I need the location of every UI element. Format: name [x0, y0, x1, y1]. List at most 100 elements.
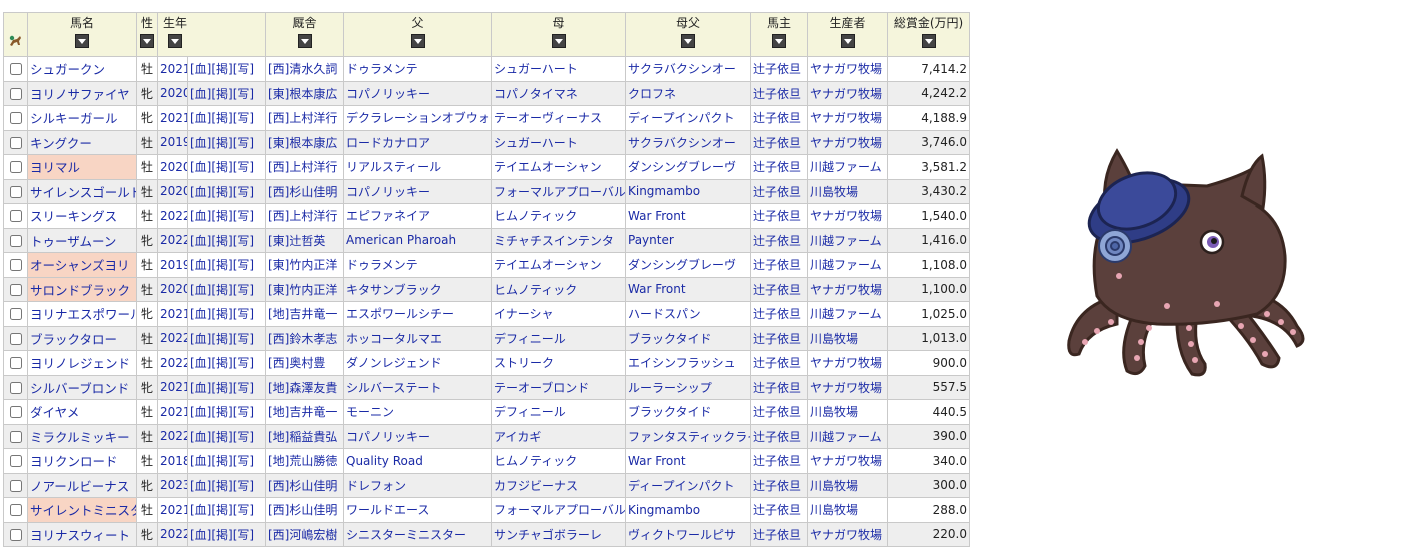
- year-link[interactable]: 2020: [160, 86, 187, 100]
- pedigree-link[interactable]: [血]: [190, 307, 211, 321]
- board-link[interactable]: [掲]: [211, 307, 232, 321]
- stable-sort-dropdown-icon[interactable]: [297, 34, 312, 48]
- horse-name-link[interactable]: サイレンスゴールド: [30, 185, 136, 200]
- pedigree-link[interactable]: [血]: [190, 234, 211, 248]
- stable-link[interactable]: [西]河嶋宏樹: [268, 528, 337, 542]
- owner-link[interactable]: 辻子依旦: [753, 479, 801, 493]
- horse-name-link[interactable]: ミラクルミッキー: [30, 430, 130, 445]
- horse-name-link[interactable]: スリーキングス: [30, 209, 117, 224]
- pedigree-link[interactable]: [血]: [190, 209, 211, 223]
- sire-link[interactable]: ホッコータルマエ: [346, 332, 442, 346]
- horse-name-link[interactable]: ヨリクンロード: [30, 454, 118, 469]
- row-select-checkbox[interactable]: [9, 283, 22, 296]
- row-select-checkbox[interactable]: [9, 504, 22, 517]
- dam-link[interactable]: テーオーブロンド: [494, 381, 589, 395]
- board-link[interactable]: [掲]: [211, 111, 232, 125]
- horse-add-icon[interactable]: [8, 34, 24, 48]
- sire-link[interactable]: デクラレーションオブウォー: [346, 111, 491, 125]
- pedigree-link[interactable]: [血]: [190, 111, 211, 125]
- board-link[interactable]: [掲]: [211, 62, 232, 76]
- stable-link[interactable]: [地]吉井竜一: [268, 307, 337, 321]
- dam-link[interactable]: ヒムノティック: [494, 209, 577, 223]
- damsire-link[interactable]: ブラックタイド: [628, 332, 712, 346]
- photo-link[interactable]: [写]: [233, 307, 254, 321]
- breeder-link[interactable]: 川島牧場: [810, 185, 858, 199]
- row-select-checkbox[interactable]: [9, 210, 22, 223]
- pedigree-link[interactable]: [血]: [190, 381, 211, 395]
- stable-link[interactable]: [東]竹内正洋: [268, 283, 337, 297]
- damsire-link[interactable]: エイシンフラッシュ: [628, 356, 736, 370]
- owner-link[interactable]: 辻子依旦: [753, 62, 801, 76]
- breeder-link[interactable]: 川島牧場: [810, 405, 858, 419]
- breeder-link[interactable]: 川越ファーム: [810, 160, 882, 174]
- photo-link[interactable]: [写]: [233, 87, 254, 101]
- horse-name-link[interactable]: シュガークン: [30, 62, 105, 77]
- photo-link[interactable]: [写]: [233, 209, 254, 223]
- damsire-link[interactable]: ディープインパクト: [628, 479, 734, 493]
- year-link[interactable]: 2021: [160, 307, 187, 321]
- board-link[interactable]: [掲]: [211, 356, 232, 370]
- horse-name-link[interactable]: ヨリマル: [30, 160, 80, 175]
- row-select-checkbox[interactable]: [9, 234, 22, 247]
- name-sort-dropdown-icon[interactable]: [75, 34, 89, 48]
- damsire-link[interactable]: ディープインパクト: [628, 111, 734, 125]
- pedigree-link[interactable]: [血]: [190, 356, 211, 370]
- sire-link[interactable]: コパノリッキー: [346, 430, 430, 444]
- horse-name-link[interactable]: ヨリナエスポワール: [30, 307, 136, 322]
- stable-link[interactable]: [西]杉山佳明: [268, 503, 337, 517]
- row-select-checkbox[interactable]: [9, 136, 22, 149]
- row-select-checkbox[interactable]: [9, 161, 22, 174]
- sire-link[interactable]: ワールドエース: [346, 503, 429, 517]
- owner-sort-dropdown-icon[interactable]: [772, 34, 786, 48]
- damsire-link[interactable]: Kingmambo: [628, 184, 700, 198]
- dam-link[interactable]: コパノタイマネ: [494, 87, 578, 101]
- owner-link[interactable]: 辻子依旦: [753, 258, 801, 272]
- damsire-sort-dropdown-icon[interactable]: [681, 34, 695, 48]
- photo-link[interactable]: [写]: [233, 136, 254, 150]
- sire-link[interactable]: モーニン: [346, 405, 394, 419]
- sire-link[interactable]: Quality Road: [346, 454, 423, 468]
- breeder-link[interactable]: ヤナガワ牧場: [810, 209, 882, 223]
- photo-link[interactable]: [写]: [233, 356, 254, 370]
- year-link[interactable]: 2019: [160, 258, 187, 272]
- horse-name-link[interactable]: シルバーブロンド: [30, 381, 129, 396]
- dam-link[interactable]: アイカギ: [494, 430, 541, 444]
- breeder-link[interactable]: 川越ファーム: [810, 258, 882, 272]
- owner-link[interactable]: 辻子依旦: [753, 503, 801, 517]
- damsire-link[interactable]: ファンタスティックライト: [628, 430, 750, 444]
- photo-link[interactable]: [写]: [233, 111, 254, 125]
- stable-link[interactable]: [西]奥村豊: [268, 356, 325, 370]
- dam-link[interactable]: シュガーハート: [494, 62, 578, 76]
- prize-sort-dropdown-icon[interactable]: [921, 34, 936, 48]
- row-select-checkbox[interactable]: [9, 259, 22, 272]
- board-link[interactable]: [掲]: [211, 430, 232, 444]
- pedigree-link[interactable]: [血]: [190, 62, 211, 76]
- photo-link[interactable]: [写]: [233, 454, 254, 468]
- board-link[interactable]: [掲]: [211, 528, 232, 542]
- stable-link[interactable]: [西]上村洋行: [268, 160, 337, 174]
- dam-link[interactable]: イナーシャ: [494, 307, 554, 321]
- sire-sort-dropdown-icon[interactable]: [410, 34, 425, 48]
- owner-link[interactable]: 辻子依旦: [753, 307, 801, 321]
- year-link[interactable]: 2020: [160, 184, 187, 198]
- horse-name-link[interactable]: トゥーザムーン: [30, 234, 116, 249]
- breeder-link[interactable]: 川越ファーム: [810, 307, 882, 321]
- year-link[interactable]: 2023: [160, 478, 187, 492]
- sire-link[interactable]: リアルスティール: [346, 160, 441, 174]
- sire-link[interactable]: ダノンレジェンド: [346, 356, 442, 370]
- dam-link[interactable]: ミチャチスインテンタ: [494, 234, 614, 248]
- stable-link[interactable]: [東]竹内正洋: [268, 258, 337, 272]
- owner-link[interactable]: 辻子依旦: [753, 111, 801, 125]
- damsire-link[interactable]: Paynter: [628, 233, 674, 247]
- horse-name-link[interactable]: シルキーガール: [30, 111, 118, 126]
- year-link[interactable]: 2021: [160, 503, 187, 517]
- pedigree-link[interactable]: [血]: [190, 528, 211, 542]
- year-link[interactable]: 2022: [160, 527, 187, 541]
- stable-link[interactable]: [西]鈴木孝志: [268, 332, 337, 346]
- damsire-link[interactable]: War Front: [628, 454, 686, 468]
- photo-link[interactable]: [写]: [233, 185, 254, 199]
- pedigree-link[interactable]: [血]: [190, 430, 211, 444]
- sire-link[interactable]: エスポワールシチー: [346, 307, 454, 321]
- horse-name-link[interactable]: キングクー: [30, 136, 92, 151]
- breeder-link[interactable]: 川越ファーム: [810, 430, 882, 444]
